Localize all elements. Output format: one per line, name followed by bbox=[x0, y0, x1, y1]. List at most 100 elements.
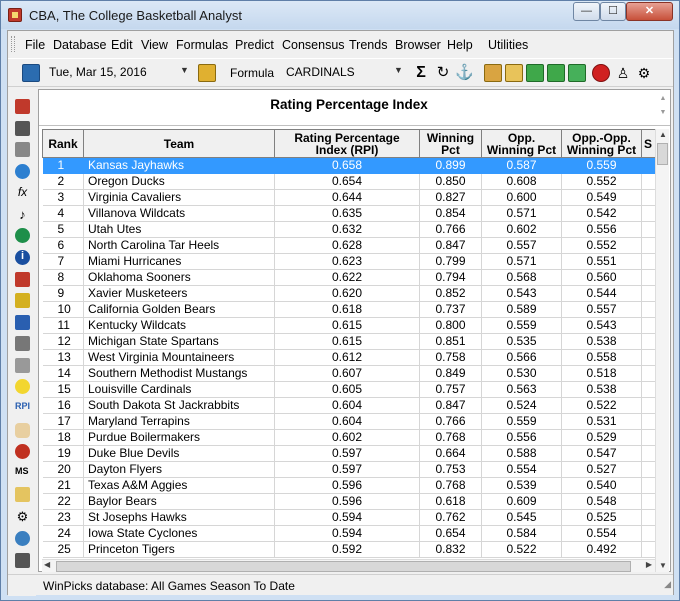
arrow-right-icon[interactable] bbox=[547, 64, 565, 82]
horizontal-scrollbar[interactable]: ◀ ▶ bbox=[42, 559, 655, 572]
gear-icon[interactable]: ⚙ bbox=[15, 509, 30, 524]
table-row[interactable]: 22 Baylor Bears 0.596 0.618 0.609 0.548 bbox=[42, 493, 667, 510]
table-row[interactable]: 20 Dayton Flyers 0.597 0.753 0.554 0.527 bbox=[42, 461, 667, 478]
table-row[interactable]: 9 Xavier Musketeers 0.620 0.852 0.543 0.544 bbox=[42, 285, 667, 302]
menu-utilities[interactable]: Utilities bbox=[488, 38, 528, 52]
table-row[interactable]: 10 California Golden Bears 0.618 0.737 0.589… bbox=[42, 301, 667, 318]
menu-database[interactable]: Database bbox=[53, 38, 107, 52]
maximize-button[interactable]: ☐ bbox=[600, 2, 626, 21]
table-row[interactable]: 4 Villanova Wildcats 0.635 0.854 0.571 0.542 bbox=[42, 205, 667, 222]
scroll-left-icon[interactable]: ◀ bbox=[44, 560, 50, 569]
settings-icon[interactable]: ⚙ bbox=[635, 64, 653, 82]
rpi-icon[interactable]: RPI bbox=[15, 401, 30, 416]
team-cell: West Virginia Mountaineers bbox=[83, 349, 275, 366]
magnifier-icon[interactable] bbox=[15, 531, 30, 546]
menu-trends[interactable]: Trends bbox=[349, 38, 387, 52]
table-row[interactable]: 8 Oklahoma Sooners 0.622 0.794 0.568 0.560 bbox=[42, 269, 667, 286]
table-row[interactable]: 12 Michigan State Spartans 0.615 0.851 0.535… bbox=[42, 333, 667, 350]
menu-grip[interactable] bbox=[11, 36, 15, 52]
date-picker[interactable]: Tue, Mar 15, 2016 bbox=[43, 62, 193, 82]
table-row[interactable]: 25 Princeton Tigers 0.592 0.832 0.522 0.492 bbox=[42, 541, 667, 558]
list-star-icon[interactable] bbox=[15, 358, 30, 373]
table-row[interactable]: 23 St Josephs Hawks 0.594 0.762 0.545 0.525 bbox=[42, 509, 667, 526]
list-add-icon[interactable] bbox=[15, 336, 30, 351]
menu-edit[interactable]: Edit bbox=[111, 38, 133, 52]
minimize-button[interactable]: — bbox=[573, 2, 600, 21]
calculator-icon[interactable] bbox=[15, 553, 30, 568]
calendar-next-icon[interactable] bbox=[198, 64, 216, 82]
table-row[interactable]: 7 Miami Hurricanes 0.623 0.799 0.571 0.551 bbox=[42, 253, 667, 270]
info-icon[interactable]: i bbox=[15, 250, 30, 265]
world-icon[interactable] bbox=[15, 228, 30, 243]
table-row[interactable]: 11 Kentucky Wildcats 0.615 0.800 0.559 0.543 bbox=[42, 317, 667, 334]
refresh-icon[interactable]: ↻ bbox=[434, 64, 452, 82]
table-row[interactable]: 15 Louisville Cardinals 0.605 0.757 0.563 0.5… bbox=[42, 381, 667, 398]
open-folder-icon[interactable] bbox=[505, 64, 523, 82]
menu-help[interactable]: Help bbox=[447, 38, 473, 52]
notes-icon[interactable] bbox=[15, 487, 30, 502]
opp-opp-winning-pct-cell: 0.560 bbox=[561, 269, 642, 286]
column-header-opp-opp-winning-pct[interactable]: Opp.-Opp. Winning Pct bbox=[561, 129, 642, 158]
resize-grip-icon[interactable]: ◢ bbox=[664, 579, 671, 590]
ms-icon[interactable]: MS bbox=[15, 466, 30, 481]
column-header-rank[interactable]: Rank bbox=[42, 129, 84, 158]
sigma-icon[interactable]: Σ bbox=[412, 64, 430, 82]
menu-view[interactable]: View bbox=[141, 38, 168, 52]
ball-icon[interactable] bbox=[15, 444, 30, 459]
table-row[interactable]: 17 Maryland Terrapins 0.604 0.766 0.559 0.531 bbox=[42, 413, 667, 430]
person-icon[interactable]: ♙ bbox=[614, 64, 632, 82]
list-icon[interactable] bbox=[15, 121, 30, 136]
title-bar[interactable]: CBA, The College Basketball Analyst — ☐ … bbox=[1, 1, 679, 29]
vertical-scrollbar[interactable]: ▲ ▼ bbox=[655, 129, 669, 572]
column-header-winning-pct[interactable]: Winning Pct bbox=[419, 129, 482, 158]
arrow-left-icon[interactable] bbox=[526, 64, 544, 82]
table-row[interactable]: 6 North Carolina Tar Heels 0.628 0.847 0.557… bbox=[42, 237, 667, 254]
scroll-down-icon[interactable]: ▼ bbox=[659, 561, 667, 570]
calendar-icon[interactable] bbox=[22, 64, 40, 82]
column-header-team[interactable]: Team bbox=[83, 129, 275, 158]
scroll-right-icon[interactable]: ▶ bbox=[646, 560, 652, 569]
column-header-rpi[interactable]: Rating Percentage Index (RPI) bbox=[274, 129, 420, 158]
menu-consensus[interactable]: Consensus bbox=[282, 38, 345, 52]
document-icon[interactable] bbox=[15, 142, 30, 157]
date-dropdown-icon[interactable]: ▼ bbox=[180, 65, 189, 75]
grid-blue-icon[interactable] bbox=[15, 315, 30, 330]
menu-formulas[interactable]: Formulas bbox=[176, 38, 228, 52]
table-row[interactable]: 19 Duke Blue Devils 0.597 0.664 0.588 0.547 bbox=[42, 445, 667, 462]
table-row[interactable]: 2 Oregon Ducks 0.654 0.850 0.608 0.552 bbox=[42, 173, 667, 190]
close-button[interactable]: ✕ bbox=[626, 2, 673, 21]
vertical-scroll-thumb[interactable] bbox=[657, 143, 668, 165]
table-row[interactable]: 18 Purdue Boilermakers 0.602 0.768 0.556 0.52… bbox=[42, 429, 667, 446]
grid-red-icon[interactable] bbox=[15, 272, 30, 287]
menu-predict[interactable]: Predict bbox=[235, 38, 274, 52]
lightbulb-icon[interactable] bbox=[15, 379, 30, 394]
table-row[interactable]: 3 Virginia Cavaliers 0.644 0.827 0.600 0.549 bbox=[42, 189, 667, 206]
table-row[interactable]: 5 Utah Utes 0.632 0.766 0.602 0.556 bbox=[42, 221, 667, 238]
table-row[interactable]: 14 Southern Methodist Mustangs 0.607 0.849 0… bbox=[42, 365, 667, 382]
table-row[interactable]: 24 Iowa State Cyclones 0.594 0.654 0.584 0.55… bbox=[42, 525, 667, 542]
formula-select[interactable]: CARDINALS bbox=[282, 62, 406, 82]
client-area: File Database Edit View Formulas Predict… bbox=[7, 30, 674, 596]
function-icon[interactable]: fx bbox=[15, 185, 30, 200]
hand-icon[interactable] bbox=[15, 423, 30, 438]
header-scroll-icon[interactable]: ▲ ▼ bbox=[658, 92, 668, 122]
table-row[interactable]: 21 Texas A&M Aggies 0.596 0.768 0.539 0.540 bbox=[42, 477, 667, 494]
horizontal-scroll-thumb[interactable] bbox=[56, 561, 631, 572]
menu-file[interactable]: File bbox=[25, 38, 45, 52]
recycle-icon[interactable] bbox=[568, 64, 586, 82]
grid-yellow-icon[interactable] bbox=[15, 293, 30, 308]
table-row[interactable]: 16 South Dakota St Jackrabbits 0.604 0.847 0… bbox=[42, 397, 667, 414]
scroll-up-icon[interactable]: ▲ bbox=[659, 130, 667, 139]
table-row[interactable]: 13 West Virginia Mountaineers 0.612 0.758 0.… bbox=[42, 349, 667, 366]
opp-winning-pct-cell: 0.587 bbox=[481, 157, 562, 174]
formula-dropdown-icon[interactable]: ▼ bbox=[394, 65, 403, 75]
home-icon[interactable] bbox=[484, 64, 502, 82]
music-note-icon[interactable]: ♪ bbox=[15, 207, 30, 222]
spreadsheet-icon[interactable] bbox=[15, 99, 30, 114]
stop-icon[interactable] bbox=[592, 64, 610, 82]
menu-browser[interactable]: Browser bbox=[395, 38, 441, 52]
globe-icon[interactable] bbox=[15, 164, 30, 179]
column-header-opp-winning-pct[interactable]: Opp. Winning Pct bbox=[481, 129, 562, 158]
anchor-icon[interactable]: ⚓ bbox=[455, 64, 474, 82]
table-row[interactable]: 1 Kansas Jayhawks 0.658 0.899 0.587 0.559 bbox=[42, 157, 667, 174]
